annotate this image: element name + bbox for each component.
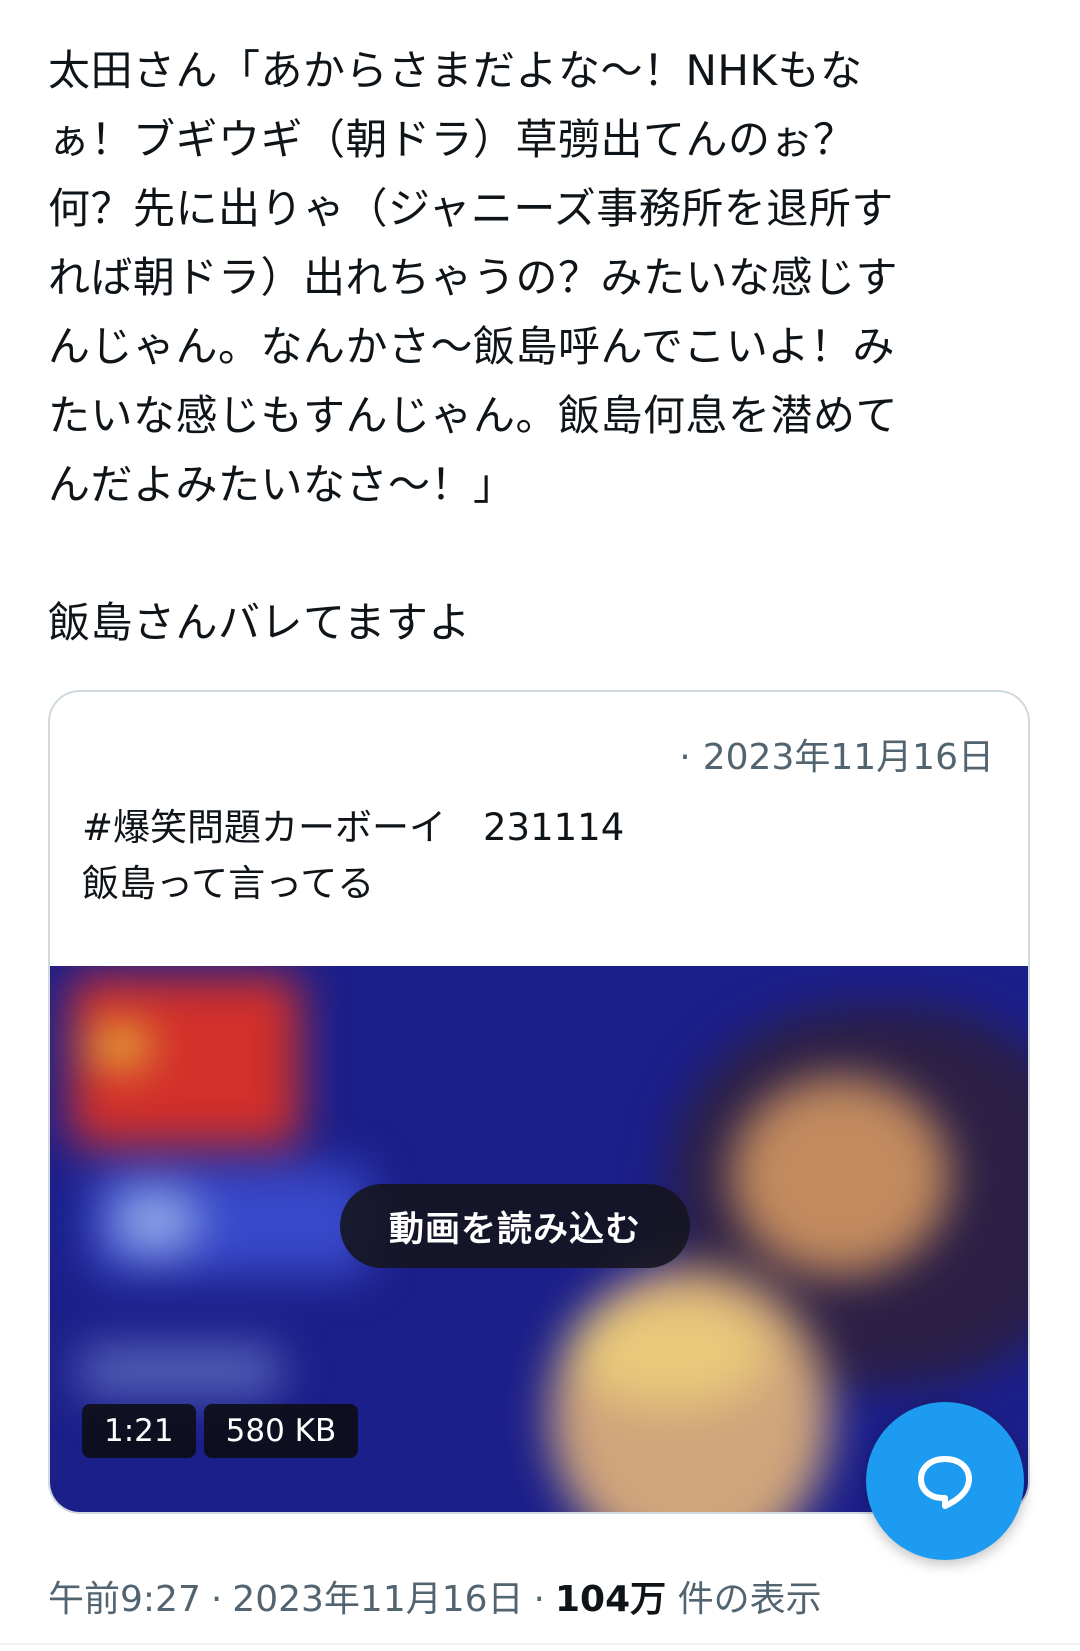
tweet-text: 太田さん「あからさまだよな〜！NHKもな ぁ！ブギウギ（朝ドラ）草彅出てんのぉ？… <box>48 36 1028 657</box>
quoted-tweet-card[interactable]: · 2023年11月16日 #爆笑問題カーボーイ 231114 飯島って言ってる … <box>48 690 1030 1514</box>
video-badges: 1:21 580 KB <box>82 1404 359 1458</box>
tweet-text-line: んじゃん。なんかさ〜飯島呼んでこいよ！み <box>48 322 896 371</box>
tweet-text-line: 飯島さんバレてますよ <box>48 598 471 647</box>
quoted-tweet-line: #爆笑問題カーボーイ 231114 <box>82 806 625 849</box>
tweet-footer-meta: 午前9:27 · 2023年11月16日 · 104万 件の表示 <box>48 1570 822 1622</box>
video-duration-badge: 1:21 <box>82 1404 196 1458</box>
separator-dot: · <box>679 737 691 778</box>
tweet-date[interactable]: 2023年11月16日 <box>232 1579 523 1620</box>
quoted-tweet-meta: · 2023年11月16日 <box>667 728 994 780</box>
divider <box>0 1643 1080 1645</box>
tweet-text-line: んだよみたいなさ〜！」 <box>48 460 516 509</box>
quoted-tweet-header: · 2023年11月16日 <box>50 692 1028 786</box>
quoted-tweet-date[interactable]: 2023年11月16日 <box>703 737 994 778</box>
tweet-text-line: れば朝ドラ）出れちゃうの？みたいな感じす <box>48 253 899 302</box>
tweet-text-line: ぁ！ブギウギ（朝ドラ）草彅出てんのぉ？ <box>48 115 856 164</box>
video-thumbnail[interactable]: 動画を読み込む 1:21 580 KB <box>50 966 1028 1512</box>
views-count[interactable]: 104万 <box>555 1579 666 1620</box>
redacted-username <box>70 710 670 786</box>
load-video-button[interactable]: 動画を読み込む <box>340 1184 690 1268</box>
separator-dot: · <box>210 1579 223 1620</box>
reply-fab-button[interactable] <box>866 1402 1024 1560</box>
tweet-text-line: 何？先に出りゃ（ジャニーズ事務所を退所す <box>48 184 894 233</box>
video-size-badge: 580 KB <box>203 1404 359 1458</box>
views-label: 件の表示 <box>677 1579 822 1620</box>
separator-dot: · <box>533 1579 545 1620</box>
quoted-tweet-line: 飯島って言ってる <box>82 862 375 905</box>
quoted-tweet-body: #爆笑問題カーボーイ 231114 飯島って言ってる <box>82 800 624 912</box>
reply-bubble-icon <box>918 1456 972 1509</box>
tweet-text-line: 太田さん「あからさまだよな〜！NHKもな <box>48 46 863 95</box>
tweet-time[interactable]: 午前9:27 <box>48 1579 201 1620</box>
tweet-text-line: たいな感じもすんじゃん。飯島何息を潜めて <box>48 391 899 440</box>
